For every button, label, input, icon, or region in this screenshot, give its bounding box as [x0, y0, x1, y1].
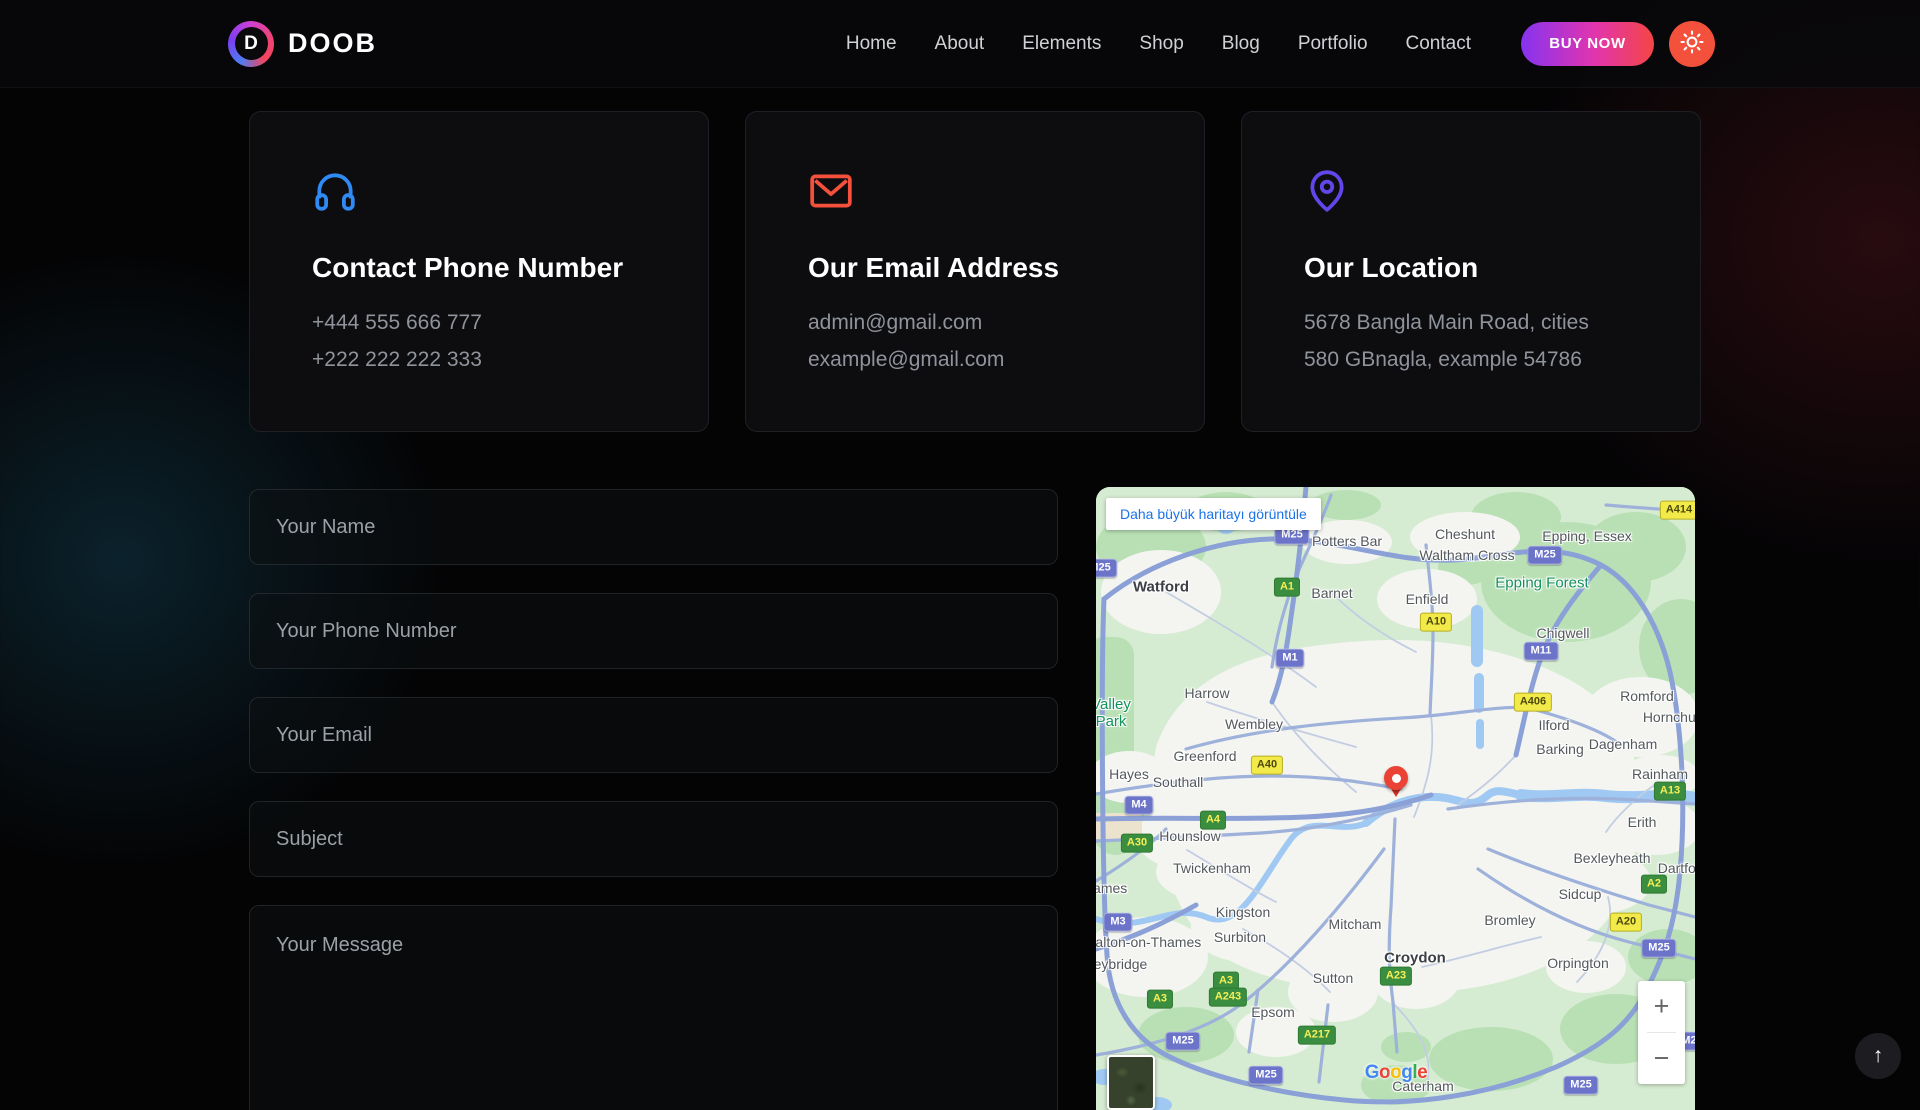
- subject-input[interactable]: [249, 801, 1058, 877]
- brand-name: DOOB: [288, 28, 377, 59]
- name-input[interactable]: [249, 489, 1058, 565]
- location-card: Our Location 5678 Bangla Main Road, citi…: [1241, 111, 1701, 432]
- google-map-embed[interactable]: WatfordPotters BarCheshuntWaltham CrossE…: [1096, 487, 1695, 1110]
- scroll-to-top-button[interactable]: ↑: [1855, 1033, 1901, 1079]
- phone-card-lines: +444 555 666 777 +222 222 222 333: [312, 304, 482, 378]
- satellite-view-thumbnail[interactable]: [1107, 1055, 1155, 1110]
- map-pin-icon: [1304, 168, 1350, 219]
- email-card-lines: admin@gmail.com example@gmail.com: [808, 304, 1004, 378]
- contact-info-cards: Contact Phone Number +444 555 666 777 +2…: [249, 111, 1701, 432]
- logo-ring-icon: D: [228, 21, 274, 67]
- buy-now-button[interactable]: BUY NOW: [1521, 22, 1654, 66]
- email-address-2: example@gmail.com: [808, 341, 1004, 378]
- main-nav: Home About Elements Shop Blog Portfolio …: [846, 33, 1471, 55]
- nav-item-home[interactable]: Home: [846, 33, 897, 55]
- map-base-layer: [1096, 487, 1695, 1110]
- email-address-1: admin@gmail.com: [808, 304, 1004, 341]
- headphones-icon: [312, 168, 358, 219]
- brand-logo[interactable]: D DOOB: [228, 21, 377, 67]
- view-larger-map-link[interactable]: Daha büyük haritayı görüntüle: [1106, 498, 1321, 530]
- contact-form: [249, 489, 1058, 1110]
- email-card-title: Our Email Address: [808, 252, 1059, 284]
- location-card-title: Our Location: [1304, 252, 1478, 284]
- phone-card-title: Contact Phone Number: [312, 252, 623, 284]
- email-card: Our Email Address admin@gmail.com exampl…: [745, 111, 1205, 432]
- address-line-2: 580 GBnagla, example 54786: [1304, 341, 1589, 378]
- logo-initial: D: [235, 27, 268, 60]
- nav-item-contact[interactable]: Contact: [1406, 33, 1471, 55]
- map-zoom-control: + −: [1638, 981, 1685, 1084]
- map-marker-ball: [1384, 766, 1408, 790]
- theme-toggle-button[interactable]: [1669, 21, 1715, 67]
- envelope-icon: [808, 168, 854, 219]
- top-navbar: D DOOB Home About Elements Shop Blog Por…: [0, 0, 1920, 88]
- zoom-in-button[interactable]: +: [1638, 981, 1685, 1032]
- nav-item-blog[interactable]: Blog: [1222, 33, 1260, 55]
- nav-item-shop[interactable]: Shop: [1139, 33, 1183, 55]
- sun-icon: [1680, 30, 1704, 57]
- email-input[interactable]: [249, 697, 1058, 773]
- zoom-out-button[interactable]: −: [1638, 1033, 1685, 1084]
- message-textarea[interactable]: [249, 905, 1058, 1110]
- nav-item-about[interactable]: About: [935, 33, 985, 55]
- phone-input[interactable]: [249, 593, 1058, 669]
- phone-card: Contact Phone Number +444 555 666 777 +2…: [249, 111, 709, 432]
- address-line-1: 5678 Bangla Main Road, cities: [1304, 304, 1589, 341]
- nav-item-elements[interactable]: Elements: [1022, 33, 1101, 55]
- nav-item-portfolio[interactable]: Portfolio: [1298, 33, 1368, 55]
- arrow-up-icon: ↑: [1873, 1044, 1884, 1068]
- location-card-lines: 5678 Bangla Main Road, cities 580 GBnagl…: [1304, 304, 1589, 378]
- phone-number-1: +444 555 666 777: [312, 304, 482, 341]
- google-logo: Google: [1365, 1062, 1427, 1084]
- phone-number-2: +222 222 222 333: [312, 341, 482, 378]
